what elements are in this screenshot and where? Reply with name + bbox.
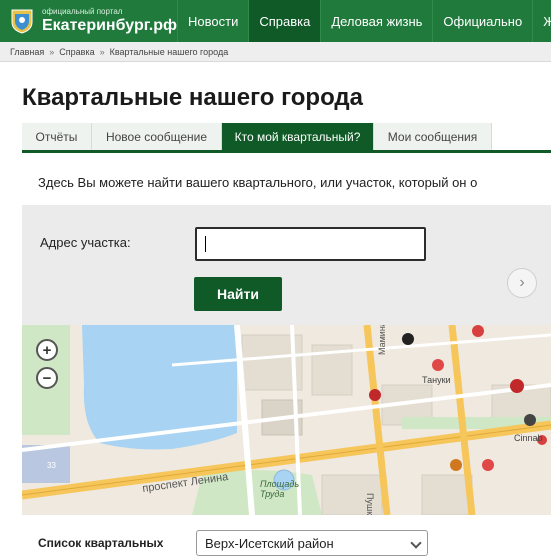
nav-item-business[interactable]: Деловая жизнь [320,0,432,42]
breadcrumb-reference[interactable]: Справка [59,47,94,57]
top-bar: официальный портал Екатеринбург.рф Новос… [0,0,551,42]
site-logo[interactable]: официальный портал Екатеринбург.рф [0,0,177,42]
nav-item-residents[interactable]: Жител [532,0,551,42]
tab-reports[interactable]: Отчёты [22,123,92,150]
tab-my-messages[interactable]: Мои сообщения [374,123,492,150]
map-label-pushk: Пушк [365,493,375,515]
map-label-square: Площадь Труда [260,479,300,499]
breadcrumb-separator: » [99,46,105,57]
breadcrumb: Главная » Справка » Квартальные нашего г… [0,42,551,62]
district-select[interactable]: Верх-Исетский район [196,530,428,556]
map-label-tanuki: Тануки [422,375,451,385]
logo-title: Екатеринбург.рф [42,17,177,34]
map[interactable]: проспект Ленина Площадь Труда Пушк Мамин… [22,325,551,515]
tab-who-is-my-officer[interactable]: Кто мой квартальный? [222,123,374,150]
main-nav: Новости Справка Деловая жизнь Официально… [177,0,551,42]
tab-new-message[interactable]: Новое сообщение [92,123,222,150]
city-crest-icon [10,8,34,34]
zoom-out-button[interactable]: − [36,367,58,389]
next-arrow-icon[interactable]: › [507,268,537,298]
search-panel: Адрес участка: Найти › [22,205,551,325]
chevron-down-icon [410,537,422,549]
map-label-cinnabon: Cinnab [514,433,543,443]
text-caret [205,236,206,252]
logo-subtitle: официальный портал [42,7,123,16]
district-select-value: Верх-Исетский район [205,535,334,551]
tab-bar: Отчёты Новое сообщение Кто мой квартальн… [22,123,551,153]
page: официальный портал Екатеринбург.рф Новос… [0,0,551,560]
page-title: Квартальные нашего города [22,84,364,111]
nav-item-reference[interactable]: Справка [248,0,321,42]
map-label-mamina: Мамина [377,325,387,355]
map-label-house: 33 [47,461,56,470]
intro-text: Здесь Вы можете найти вашего квартальног… [38,175,478,190]
address-input[interactable] [195,227,426,261]
zoom-in-button[interactable]: + [36,339,58,361]
address-label: Адрес участка: [40,235,131,250]
officers-list-label: Список квартальных [38,536,164,550]
nav-item-news[interactable]: Новости [177,0,248,42]
nav-item-official[interactable]: Официально [432,0,532,42]
find-button[interactable]: Найти [194,277,282,311]
breadcrumb-home[interactable]: Главная [10,47,44,57]
breadcrumb-current: Квартальные нашего города [109,46,229,57]
breadcrumb-separator: » [49,46,55,57]
